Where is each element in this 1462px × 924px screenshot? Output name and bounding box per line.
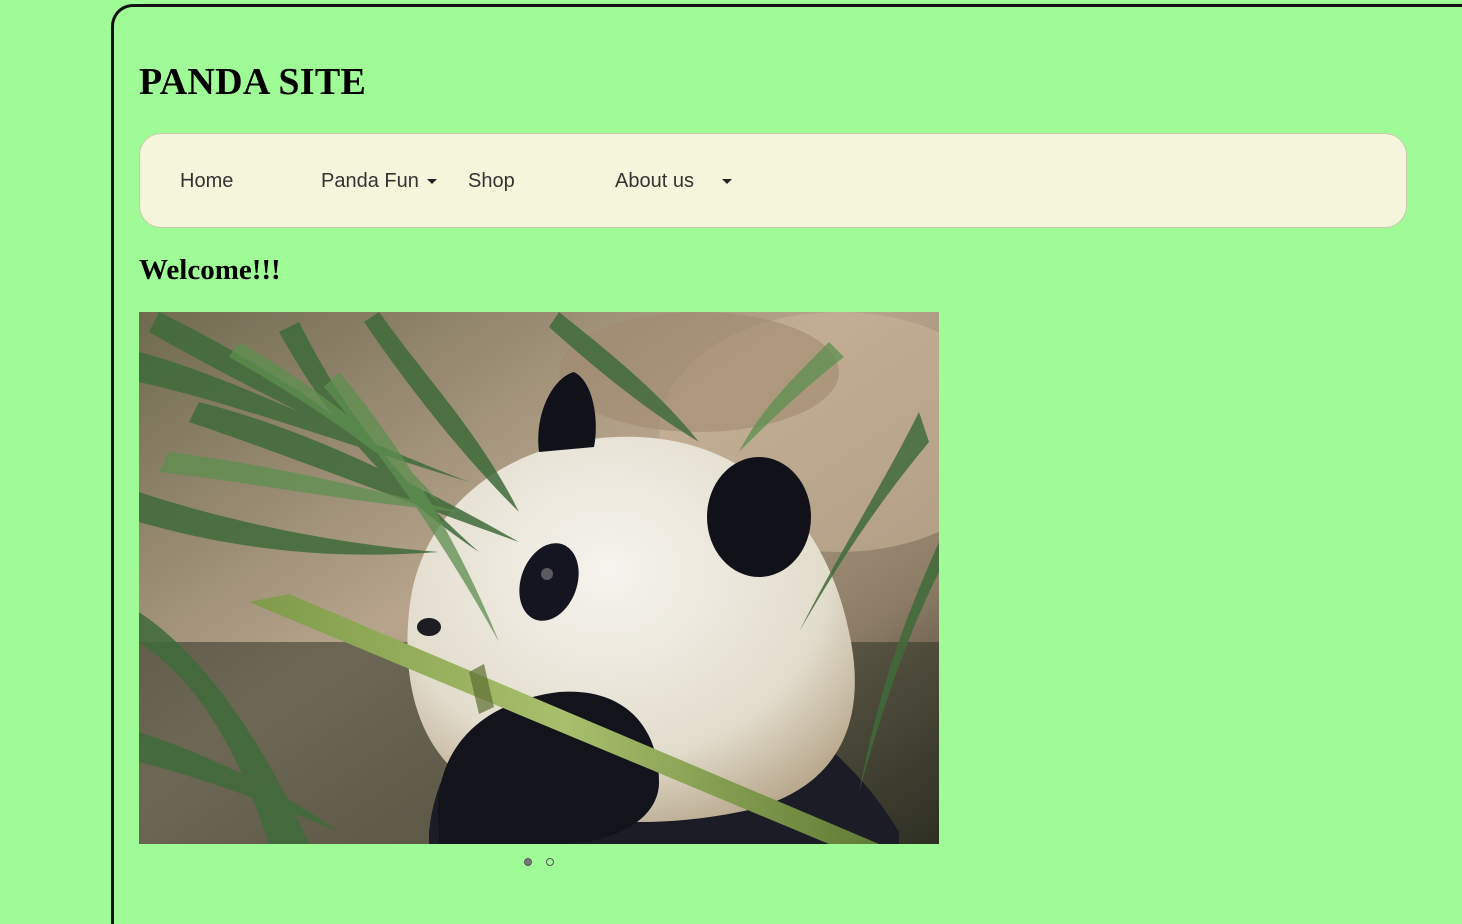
chevron-down-icon — [722, 179, 732, 184]
nav-about-us-dropdown[interactable]: About us — [615, 170, 732, 192]
chevron-down-icon — [427, 179, 437, 184]
panda-photo — [139, 312, 939, 844]
image-carousel[interactable] — [139, 312, 939, 844]
carousel-indicator-1[interactable] — [524, 858, 532, 866]
nav-panda-fun-label: Panda Fun — [321, 170, 419, 192]
nav-about-us-label: About us — [615, 170, 694, 192]
nav-shop-link[interactable]: Shop — [468, 170, 515, 192]
welcome-heading: Welcome!!! — [139, 254, 281, 286]
nav-home-link[interactable]: Home — [180, 170, 233, 192]
main-navbar: Home Panda Fun Shop About us — [139, 133, 1407, 228]
nav-panda-fun-dropdown[interactable]: Panda Fun — [321, 170, 437, 192]
site-title: PANDA SITE — [139, 61, 367, 103]
carousel-indicator-2[interactable] — [546, 858, 554, 866]
